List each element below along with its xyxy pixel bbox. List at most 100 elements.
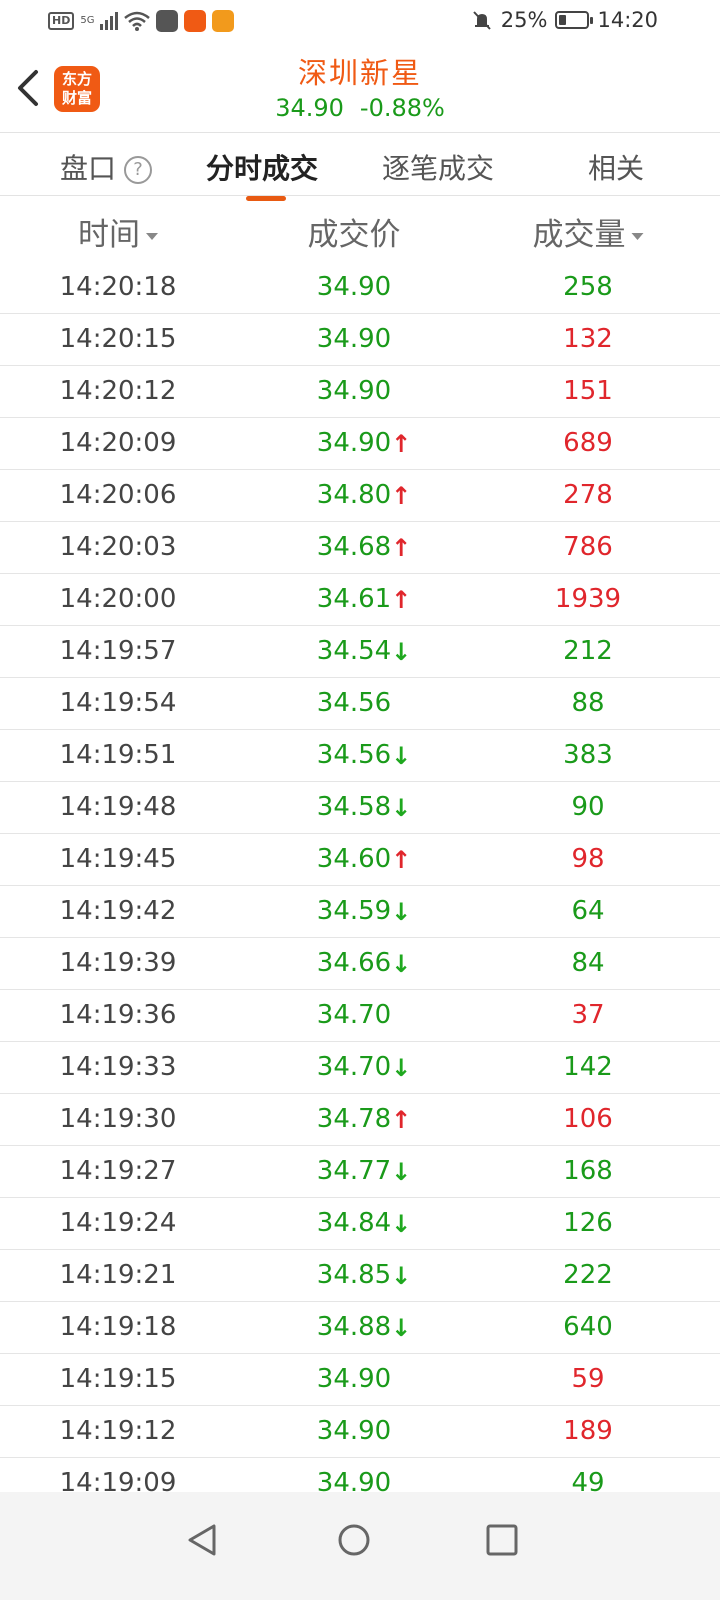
tab-related[interactable]: 相关 — [588, 147, 644, 187]
trade-volume: 84 — [571, 948, 605, 978]
table-row[interactable]: 14:19:57 34.54 ↓ 212 — [0, 626, 720, 678]
table-row[interactable]: 14:19:30 34.78 ↑ 106 — [0, 1094, 720, 1146]
trade-volume: 786 — [563, 532, 613, 562]
stock-name: 深圳新星 — [297, 56, 422, 90]
up-arrow-icon: ↑ — [391, 846, 412, 874]
wifi-icon — [124, 11, 151, 31]
trade-price-value: 34.90 — [316, 376, 392, 406]
trade-price-value: 34.90 — [316, 272, 392, 302]
battery-percent: 25% — [500, 8, 548, 32]
app-notification-icon — [156, 10, 179, 32]
trade-time: 14:19:36 — [59, 1000, 177, 1030]
battery-icon — [555, 11, 594, 29]
trade-time: 14:19:39 — [59, 948, 177, 978]
table-row[interactable]: 14:19:33 34.70 ↓ 142 — [0, 1042, 720, 1094]
trade-time: 14:19:51 — [59, 740, 177, 770]
down-arrow-icon: ↓ — [391, 638, 412, 666]
column-price-label: 成交价 — [307, 217, 401, 253]
trade-price: 34.90 — [317, 1416, 391, 1446]
sort-caret-icon — [631, 233, 644, 240]
table-row[interactable]: 14:19:48 34.58 ↓ 90 — [0, 782, 720, 834]
trade-price-value: 34.54 — [316, 636, 392, 666]
trade-price: 34.56 ↓ — [316, 740, 411, 770]
trade-volume: 59 — [571, 1364, 605, 1394]
table-row[interactable]: 14:19:51 34.56 ↓ 383 — [0, 730, 720, 782]
trade-price: 34.59 ↓ — [317, 896, 411, 926]
trade-volume: 278 — [563, 480, 613, 510]
trade-price: 34.70 ↓ — [317, 1052, 411, 1082]
trade-price-value: 34.56 — [316, 740, 392, 770]
trade-price: 34.84 ↓ — [317, 1208, 411, 1238]
trade-volume: 189 — [563, 1416, 613, 1446]
table-row[interactable]: 14:19:36 34.70 37 — [0, 990, 720, 1042]
trade-volume: 689 — [563, 428, 613, 458]
trade-volume: 88 — [571, 688, 605, 718]
trade-volume: 258 — [563, 272, 613, 302]
trade-price-value: 34.78 — [316, 1104, 392, 1134]
trade-price-value: 34.90 — [316, 1468, 392, 1492]
table-row[interactable]: 14:19:42 34.59 ↓ 64 — [0, 886, 720, 938]
trade-price: 34.88 ↓ — [317, 1312, 411, 1342]
table-row[interactable]: 14:20:12 34.90 151 — [0, 366, 720, 418]
table-row[interactable]: 14:19:24 34.84 ↓ 126 — [0, 1198, 720, 1250]
up-arrow-icon: ↑ — [391, 1106, 412, 1134]
down-arrow-icon: ↓ — [391, 1054, 412, 1082]
trade-volume: 37 — [571, 1000, 605, 1030]
tab-bar: 盘口? 分时成交 逐笔成交 相关 — [0, 133, 720, 201]
table-row[interactable]: 14:20:03 34.68 ↑ 786 — [0, 522, 720, 574]
nav-back-icon[interactable] — [172, 1510, 232, 1570]
trade-time: 14:19:18 — [59, 1312, 177, 1342]
down-arrow-icon: ↓ — [391, 1262, 412, 1290]
trade-price-value: 34.68 — [316, 532, 392, 562]
table-row[interactable]: 14:19:12 34.90 189 — [0, 1406, 720, 1458]
table-row[interactable]: 14:20:09 34.90 ↑ 689 — [0, 418, 720, 470]
trade-price: 34.66 ↓ — [316, 948, 411, 978]
table-row[interactable]: 14:19:45 34.60 ↑ 98 — [0, 834, 720, 886]
trade-time: 14:19:15 — [59, 1364, 177, 1394]
tab-related-label: 相关 — [588, 152, 645, 185]
trade-volume: 1939 — [554, 584, 622, 614]
help-icon[interactable]: ? — [124, 156, 153, 184]
trade-time: 14:19:42 — [59, 896, 177, 926]
table-row[interactable]: 14:19:15 34.90 59 — [0, 1354, 720, 1406]
table-row[interactable]: 14:19:21 34.85 ↓ 222 — [0, 1250, 720, 1302]
table-row[interactable]: 14:20:00 34.61 ↑ 1939 — [0, 574, 720, 626]
trade-price-value: 34.90 — [316, 1364, 392, 1394]
trade-time: 14:20:18 — [59, 272, 177, 302]
sort-caret-icon — [146, 233, 158, 240]
table-row[interactable]: 14:19:09 34.90 49 — [0, 1458, 720, 1492]
tab-tick-trades[interactable]: 逐笔成交 — [382, 147, 494, 187]
table-row[interactable]: 14:19:18 34.88 ↓ 640 — [0, 1302, 720, 1354]
nav-recents-icon[interactable] — [472, 1510, 532, 1570]
trade-volume: 98 — [571, 844, 605, 874]
trade-price-value: 34.70 — [316, 1000, 392, 1030]
nav-home-icon[interactable] — [324, 1510, 384, 1570]
table-row[interactable]: 14:19:39 34.66 ↓ 84 — [0, 938, 720, 990]
trade-volume: 212 — [563, 636, 613, 666]
down-arrow-icon: ↓ — [391, 1314, 412, 1342]
table-row[interactable]: 14:19:54 34.56 88 — [0, 678, 720, 730]
trade-price: 34.68 ↑ — [316, 532, 411, 562]
tab-order-book[interactable]: 盘口? — [60, 147, 153, 187]
trade-time: 14:20:12 — [59, 376, 177, 406]
tab-minute-trades-label: 分时成交 — [206, 152, 319, 185]
down-arrow-icon: ↓ — [391, 794, 412, 822]
trade-price-value: 34.90 — [316, 1416, 392, 1446]
column-volume-header[interactable]: 成交量 — [533, 209, 644, 254]
trade-time: 14:19:24 — [59, 1208, 177, 1238]
down-arrow-icon: ↓ — [391, 898, 412, 926]
trade-list[interactable]: 14:20:18 34.90 258 14:20:15 34.90 132 14:20:12… — [0, 262, 720, 1492]
trade-price: 34.58 ↓ — [317, 792, 411, 822]
table-row[interactable]: 14:20:15 34.90 132 — [0, 314, 720, 366]
tab-minute-trades[interactable]: 分时成交 — [206, 147, 319, 201]
trade-price-value: 34.90 — [316, 324, 392, 354]
table-row[interactable]: 14:20:06 34.80 ↑ 278 — [0, 470, 720, 522]
tab-order-book-label: 盘口 — [60, 152, 117, 185]
trade-price-value: 34.66 — [316, 948, 392, 978]
trade-price: 34.80 ↑ — [317, 480, 411, 510]
table-row[interactable]: 14:20:18 34.90 258 — [0, 262, 720, 314]
trade-volume: 151 — [563, 376, 613, 406]
column-time-header[interactable]: 时间 — [78, 209, 158, 254]
table-row[interactable]: 14:19:27 34.77 ↓ 168 — [0, 1146, 720, 1198]
trade-time: 14:20:00 — [59, 584, 177, 614]
